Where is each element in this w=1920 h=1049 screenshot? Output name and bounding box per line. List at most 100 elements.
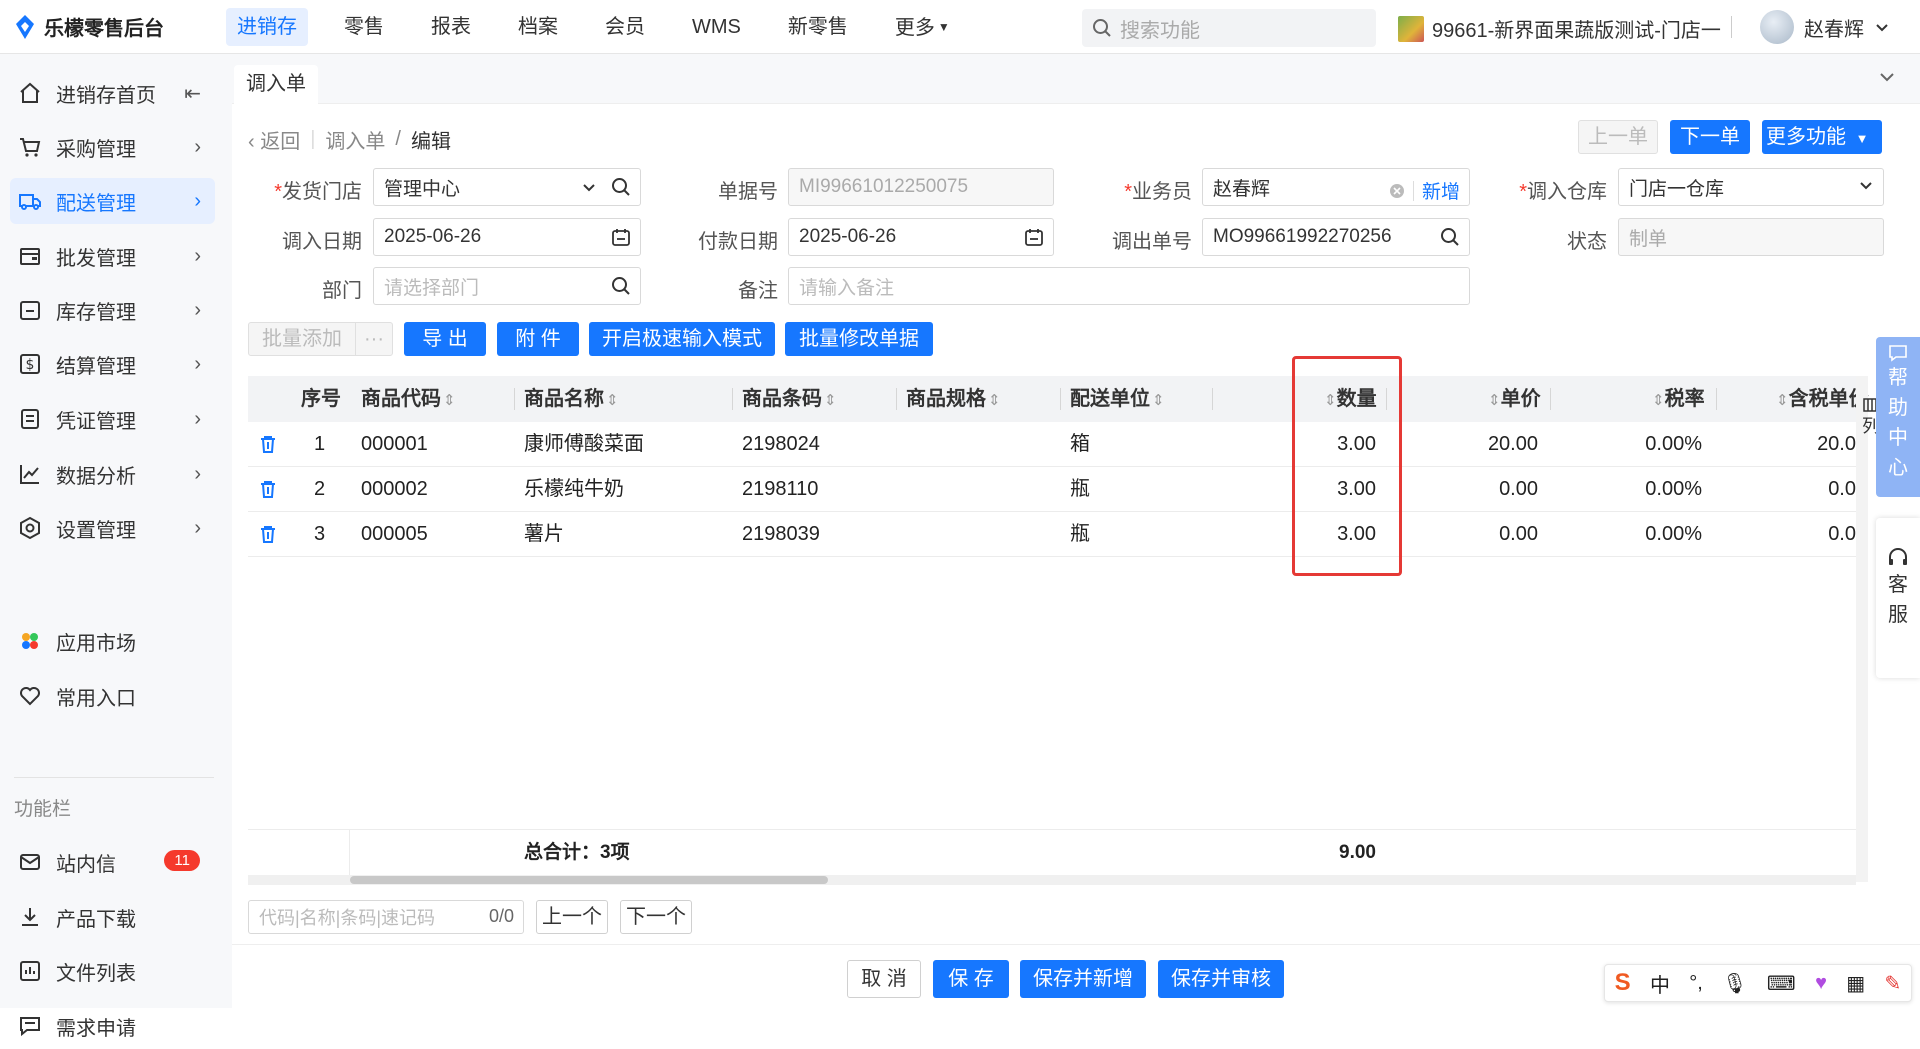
- sidebar-item-app-market[interactable]: 应用市场: [10, 618, 215, 664]
- tab-transfer-in[interactable]: 调入单: [234, 65, 318, 104]
- tool-icon[interactable]: ✎: [1884, 971, 1901, 996]
- cell-name[interactable]: 乐檬纯牛奶: [524, 467, 624, 512]
- search-icon[interactable]: [611, 177, 631, 197]
- sidebar-item-favorites[interactable]: 常用入口: [10, 673, 215, 719]
- delete-icon[interactable]: [258, 434, 278, 454]
- sidebar-item-files[interactable]: 文件列表: [10, 948, 215, 994]
- batch-edit-button[interactable]: 批量修改单据: [785, 322, 933, 356]
- table-row[interactable]: 1 000001 康师傅酸菜面 2198024 箱 3.00 20.00 0.0…: [248, 422, 1856, 467]
- dept-field[interactable]: 请选择部门: [373, 267, 641, 305]
- table-row[interactable]: 3 000005 薯片 2198039 瓶 3.00 0.00 0.00% 0.…: [248, 512, 1856, 557]
- breadcrumb-parent[interactable]: 调入单: [325, 125, 385, 154]
- horizontal-scrollbar[interactable]: [248, 875, 1856, 885]
- table-row[interactable]: 2 000002 乐檬纯牛奶 2198110 瓶 3.00 0.00 0.00%…: [248, 467, 1856, 512]
- cancel-button[interactable]: 取 消: [847, 960, 921, 998]
- cell-name[interactable]: 薯片: [524, 512, 564, 557]
- nav-reports[interactable]: 报表: [420, 8, 482, 46]
- user-menu[interactable]: 赵春辉: [1760, 10, 1890, 44]
- search-input[interactable]: 搜索功能: [1082, 9, 1376, 47]
- save-and-audit-button[interactable]: 保存并审核: [1158, 960, 1284, 998]
- send-store-select[interactable]: 管理中心: [373, 168, 641, 206]
- sidebar-item-download[interactable]: 产品下载: [10, 894, 215, 940]
- collapse-sidebar-icon[interactable]: ⇤: [184, 81, 201, 106]
- cell-code[interactable]: 000001: [361, 422, 428, 467]
- in-date-picker[interactable]: 2025-06-26: [373, 218, 641, 256]
- microphone-icon[interactable]: 🎙: [1722, 971, 1747, 996]
- ime-punct[interactable]: °,: [1689, 972, 1703, 995]
- delete-icon[interactable]: [258, 524, 278, 544]
- locate-prev-button[interactable]: 上一个: [536, 900, 608, 934]
- cell-price[interactable]: 0.00: [1428, 512, 1538, 557]
- col-unit[interactable]: 配送单位 ⇕: [1060, 376, 1165, 422]
- next-doc-button[interactable]: 下一单: [1670, 120, 1750, 154]
- scrollbar-thumb[interactable]: [350, 876, 828, 884]
- keyboard-icon[interactable]: ⌨: [1767, 971, 1796, 996]
- back-link[interactable]: ‹ 返回: [248, 125, 300, 154]
- nav-retail[interactable]: 零售: [333, 8, 395, 46]
- salesman-field[interactable]: 赵春辉 新增: [1202, 168, 1470, 206]
- col-tax[interactable]: ⇕税率: [1550, 376, 1705, 422]
- col-spec[interactable]: 商品规格 ⇕: [896, 376, 1001, 422]
- sidebar-item-delivery[interactable]: 配送管理 ›: [10, 178, 215, 224]
- cell-unit[interactable]: 瓶: [1070, 512, 1090, 557]
- cell-price[interactable]: 20.00: [1428, 422, 1538, 467]
- cell-tax[interactable]: 0.00%: [1594, 467, 1702, 512]
- ime-toolbar[interactable]: S 中 °, 🎙 ⌨ ♥ ▦ ✎: [1604, 964, 1912, 1002]
- attach-button[interactable]: 附 件: [497, 322, 579, 356]
- cell-code[interactable]: 000002: [361, 467, 428, 512]
- more-functions-button[interactable]: 更多功能 ▼: [1762, 120, 1882, 154]
- delete-icon[interactable]: [258, 479, 278, 499]
- in-warehouse-select[interactable]: 门店一仓库: [1618, 168, 1884, 206]
- sidebar-item-wholesale[interactable]: 批发管理 ›: [10, 233, 215, 279]
- cell-tax-price[interactable]: 0.0: [1768, 467, 1856, 512]
- search-icon[interactable]: [1440, 227, 1460, 247]
- col-tax-price[interactable]: ⇕含税单价: [1716, 376, 1869, 422]
- batch-add-button[interactable]: 批量添加: [248, 322, 356, 356]
- sidebar-item-requests[interactable]: 需求申请: [10, 1003, 215, 1049]
- cell-tax-price[interactable]: 20.0: [1768, 422, 1856, 467]
- save-button[interactable]: 保 存: [933, 960, 1009, 998]
- sidebar-item-voucher[interactable]: 凭证管理 ›: [10, 396, 215, 442]
- locate-input[interactable]: 代码|名称|条码|速记码 0/0: [248, 900, 524, 934]
- col-code[interactable]: 商品代码 ⇕: [361, 376, 456, 422]
- sidebar-item-settlement[interactable]: $ 结算管理 ›: [10, 341, 215, 387]
- store-switcher[interactable]: 99661-新界面果蔬版测试-门店一: [1398, 14, 1721, 43]
- batch-add-more-button[interactable]: ···: [355, 322, 393, 356]
- pay-date-picker[interactable]: 2025-06-26: [788, 218, 1054, 256]
- col-name[interactable]: 商品名称 ⇕: [514, 376, 619, 422]
- app-logo[interactable]: 乐檬零售后台: [14, 12, 164, 41]
- grid-icon[interactable]: ▦: [1846, 971, 1865, 996]
- out-no-field[interactable]: MO99661992270256: [1202, 218, 1470, 256]
- cell-unit[interactable]: 箱: [1070, 422, 1090, 467]
- skin-icon[interactable]: ♥: [1815, 972, 1827, 995]
- col-barcode[interactable]: 商品条码 ⇕: [732, 376, 837, 422]
- sidebar-item-inventory[interactable]: 库存管理 ›: [10, 287, 215, 333]
- fast-input-mode-button[interactable]: 开启极速输入模式: [589, 322, 775, 356]
- sidebar-item-home[interactable]: 进销存首页 ⇤: [10, 70, 215, 116]
- save-and-new-button[interactable]: 保存并新增: [1020, 960, 1146, 998]
- prev-doc-button[interactable]: 上一单: [1578, 120, 1658, 154]
- cell-tax[interactable]: 0.00%: [1594, 512, 1702, 557]
- customer-service-button[interactable]: 客 服: [1876, 518, 1920, 678]
- nav-new-retail[interactable]: 新零售: [777, 8, 859, 46]
- nav-inventory[interactable]: 进销存: [226, 8, 308, 46]
- search-icon[interactable]: [611, 276, 631, 296]
- chevron-down-icon[interactable]: [1878, 68, 1896, 86]
- sidebar-item-analytics[interactable]: 数据分析 ›: [10, 451, 215, 497]
- cell-tax[interactable]: 0.00%: [1594, 422, 1702, 467]
- export-button[interactable]: 导 出: [404, 322, 486, 356]
- help-center-button[interactable]: 帮 助 中 心: [1876, 337, 1920, 497]
- sidebar-item-messages[interactable]: 站内信 11: [10, 839, 215, 885]
- remark-field[interactable]: 请输入备注: [788, 267, 1470, 305]
- cell-name[interactable]: 康师傅酸菜面: [524, 422, 644, 467]
- sidebar-item-settings[interactable]: 设置管理 ›: [10, 505, 215, 551]
- nav-archive[interactable]: 档案: [507, 8, 569, 46]
- sidebar-item-purchase[interactable]: 采购管理 ›: [10, 124, 215, 170]
- add-salesman-link[interactable]: 新增: [1422, 177, 1460, 204]
- col-price[interactable]: ⇕单价: [1386, 376, 1541, 422]
- nav-wms[interactable]: WMS: [681, 8, 752, 46]
- cell-unit[interactable]: 瓶: [1070, 467, 1090, 512]
- locate-next-button[interactable]: 下一个: [620, 900, 692, 934]
- ime-language[interactable]: 中: [1650, 969, 1670, 998]
- nav-more[interactable]: 更多 ▼: [884, 8, 961, 46]
